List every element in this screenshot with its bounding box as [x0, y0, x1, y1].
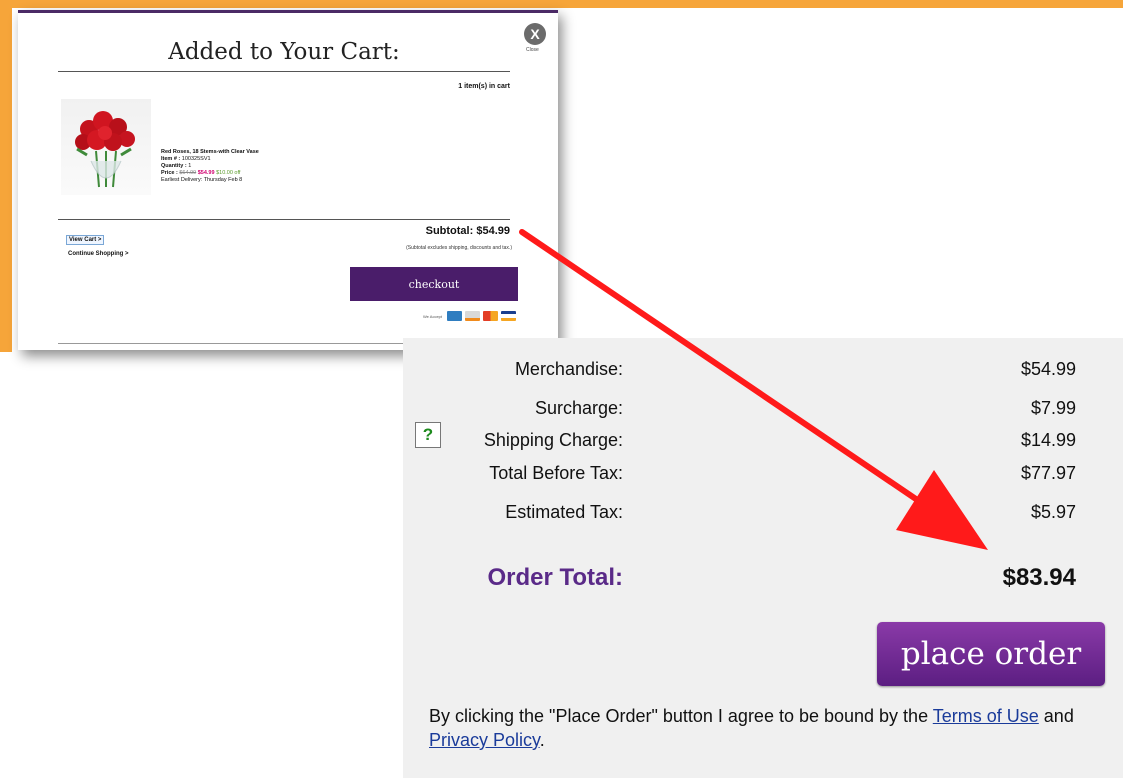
estimated-tax-label: Estimated Tax:: [505, 502, 623, 522]
shipping-charge-label: Shipping Charge:: [483, 430, 623, 450]
surcharge-value: $7.99: [1030, 398, 1076, 418]
estimated-tax-value: $5.97: [1030, 502, 1076, 522]
accepted-cards: We Accept: [423, 311, 516, 321]
terms-of-use-link[interactable]: Terms of Use: [933, 706, 1039, 726]
merchandise-label: Merchandise:: [514, 359, 623, 379]
product-name[interactable]: Red Roses, 18 Stems-with Clear Vase: [161, 149, 259, 156]
checkout-button[interactable]: checkout: [350, 267, 518, 301]
privacy-policy-link[interactable]: Privacy Policy: [429, 730, 540, 750]
close-icon[interactable]: X: [524, 23, 546, 45]
total-before-tax-label: Total Before Tax:: [489, 463, 623, 483]
subtotal-label: Subtotal:: [425, 225, 474, 237]
title-divider: [58, 71, 510, 72]
order-total-value: $83.94: [1002, 564, 1076, 591]
subtotal-note: (Subtotal excludes shipping, discounts a…: [406, 245, 512, 251]
original-price: $64.99: [179, 170, 197, 176]
subtotal: Subtotal: $54.99: [426, 225, 510, 237]
item-divider: [58, 219, 510, 220]
product-details: Red Roses, 18 Stems-with Clear Vase Item…: [161, 149, 259, 184]
item-number-label: Item # :: [161, 156, 181, 162]
help-icon[interactable]: ?: [415, 422, 441, 448]
surcharge-label: Surcharge:: [534, 398, 623, 418]
discount-amount: $10.00 off: [216, 170, 241, 176]
items-count: 1 item(s) in cart: [458, 83, 510, 90]
orange-frame-top: [0, 0, 1123, 8]
continue-shopping-link[interactable]: Continue Shopping >: [68, 251, 129, 257]
total-before-tax-value: $77.97: [1020, 463, 1076, 483]
agreement-suffix: .: [539, 730, 545, 750]
product-image: [61, 99, 151, 195]
mastercard-card-icon: [483, 311, 498, 321]
place-order-button[interactable]: place order: [877, 622, 1105, 686]
discover-card-icon: [465, 311, 480, 321]
we-accept-label: We Accept: [422, 313, 442, 319]
shipping-charge-value: $14.99: [1020, 430, 1076, 450]
subtotal-value: $54.99: [476, 225, 510, 237]
visa-card-icon: [501, 311, 516, 321]
sale-price: $54.99: [197, 170, 215, 176]
agreement-prefix: By clicking the "Place Order" button I a…: [429, 706, 933, 726]
added-to-cart-popup: X Close Added to Your Cart: 1 item(s) in…: [18, 10, 558, 350]
quantity-label: Quantity :: [161, 163, 187, 169]
view-cart-link[interactable]: View Cart >: [66, 235, 105, 245]
price-label: Price :: [161, 170, 178, 176]
order-summary-panel: Merchandise: $54.99 Surcharge: $7.99 ? S…: [403, 338, 1123, 778]
roses-icon: [75, 111, 135, 188]
order-total-label: Order Total:: [487, 564, 623, 591]
agreement-text: By clicking the "Place Order" button I a…: [429, 704, 1099, 752]
merchandise-value: $54.99: [1020, 359, 1076, 379]
quantity-value: 1: [188, 163, 192, 169]
popup-title: Added to Your Cart:: [168, 39, 400, 65]
amex-card-icon: [447, 311, 462, 321]
earliest-delivery: Earliest Delivery: Thursday Feb 8: [161, 177, 243, 183]
orange-frame-left: [0, 0, 12, 352]
agreement-middle: and: [1038, 706, 1074, 726]
close-label[interactable]: Close: [526, 47, 539, 53]
item-number: 100325SV1: [181, 156, 211, 162]
